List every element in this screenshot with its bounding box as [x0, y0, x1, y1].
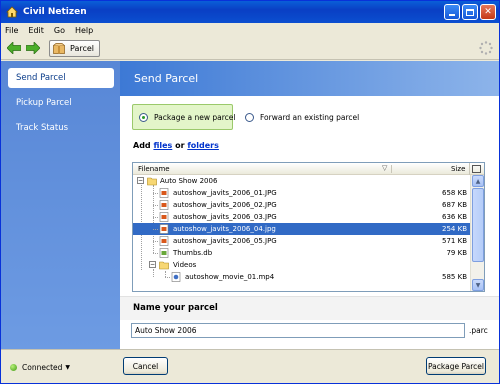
maximize-button[interactable] — [462, 4, 478, 20]
file-name: autoshow_javits_2006_03.JPG — [173, 213, 277, 221]
parcel-name-heading: Name your parcel — [120, 296, 499, 320]
column-filename[interactable]: Filename — [138, 165, 170, 173]
cancel-button[interactable]: Cancel — [123, 357, 168, 375]
back-button[interactable] — [6, 40, 22, 56]
menu-go[interactable]: Go — [54, 26, 65, 35]
app-icon — [6, 6, 18, 18]
file-size: 636 KB — [442, 213, 467, 221]
file-name: autoshow_javits_2006_02.JPG — [173, 201, 277, 209]
main-panel: Send Parcel Package a new parcel Forward… — [120, 61, 499, 349]
menu-help[interactable]: Help — [75, 26, 93, 35]
folder-open-icon — [147, 177, 157, 186]
minimize-icon — [449, 13, 455, 16]
image-file-icon — [159, 200, 169, 210]
menu-file[interactable]: File — [5, 26, 18, 35]
dropdown-arrow-icon: ▼ — [65, 364, 71, 371]
app-window: Civil Netizen ✕ File Edit Go Help Parcel… — [0, 0, 500, 384]
back-arrow-icon — [7, 42, 21, 54]
scroll-thumb[interactable] — [472, 188, 484, 262]
close-icon: ✕ — [484, 7, 492, 17]
file-size: 571 KB — [442, 237, 467, 245]
add-files-link[interactable]: files — [153, 141, 172, 150]
add-middle: or — [172, 141, 188, 150]
folder-open-icon — [159, 261, 169, 270]
maximize-icon — [466, 8, 474, 16]
list-item[interactable]: autoshow_javits_2006_05.JPG 571 KB — [133, 235, 470, 247]
loading-spinner-icon — [479, 41, 493, 55]
menu-edit[interactable]: Edit — [28, 26, 44, 35]
file-name: autoshow_javits_2006_05.JPG — [173, 237, 277, 245]
forward-arrow-icon — [26, 42, 40, 54]
toolbar: Parcel — [1, 37, 499, 60]
title-bar[interactable]: Civil Netizen ✕ — [1, 1, 499, 23]
parcel-icon — [53, 42, 65, 54]
file-name: Auto Show 2006 — [160, 177, 218, 185]
list-item[interactable]: autoshow_javits_2006_02.JPG 687 KB — [133, 199, 470, 211]
breadcrumb-label: Parcel — [70, 43, 95, 53]
file-size: 658 KB — [442, 189, 467, 197]
parcel-extension: .parc — [469, 326, 488, 335]
vertical-scrollbar[interactable]: ▲ ▼ — [470, 175, 484, 291]
radio-forward-existing-label: Forward an existing parcel — [260, 113, 360, 122]
image-file-icon — [159, 188, 169, 198]
file-size: 585 KB — [442, 273, 467, 281]
collapse-icon[interactable]: − — [137, 177, 144, 184]
scroll-up-icon[interactable]: ▲ — [472, 175, 484, 187]
database-file-icon — [159, 248, 169, 258]
sidebar-item-pickup-parcel[interactable]: Pickup Parcel — [8, 93, 114, 113]
radio-unselected-icon — [245, 113, 254, 122]
sidebar-item-send-parcel[interactable]: Send Parcel — [8, 68, 114, 88]
radio-package-new-label: Package a new parcel — [154, 113, 236, 122]
file-name: autoshow_javits_2006_04.jpg — [173, 225, 276, 233]
connection-status[interactable]: Connected ▼ — [10, 363, 70, 372]
forward-button[interactable] — [25, 40, 41, 56]
minimize-button[interactable] — [444, 4, 460, 20]
window-title: Civil Netizen — [23, 7, 87, 17]
file-size: 79 KB — [446, 249, 467, 257]
radio-forward-existing[interactable]: Forward an existing parcel — [245, 113, 359, 122]
file-size: 254 KB — [442, 225, 467, 233]
menu-bar: File Edit Go Help — [1, 23, 499, 37]
sidebar-item-track-status[interactable]: Track Status — [8, 118, 114, 138]
list-item[interactable]: − Auto Show 2006 — [133, 175, 470, 187]
file-name: autoshow_javits_2006_01.JPG — [173, 189, 277, 197]
scroll-down-icon[interactable]: ▼ — [472, 279, 484, 291]
file-name: Thumbs.db — [173, 249, 213, 257]
list-item-selected[interactable]: autoshow_javits_2006_04.jpg 254 KB — [133, 223, 470, 235]
status-label: Connected — [22, 363, 63, 372]
list-item[interactable]: autoshow_javits_2006_03.JPG 636 KB — [133, 211, 470, 223]
image-file-icon — [159, 212, 169, 222]
file-list[interactable]: Filename ▽ Size − Auto Show 2006 autosho… — [132, 162, 485, 292]
footer-bar: Connected ▼ Cancel Package Parcel — [1, 349, 499, 383]
close-button[interactable]: ✕ — [480, 4, 496, 20]
add-folders-link[interactable]: folders — [187, 141, 219, 150]
column-chooser-icon[interactable] — [472, 165, 481, 173]
sidebar: Send Parcel Pickup Parcel Track Status — [1, 61, 120, 349]
page-title: Send Parcel — [120, 61, 499, 96]
filter-icon[interactable]: ▽ — [382, 164, 387, 172]
file-list-header: Filename ▽ Size — [133, 163, 484, 175]
file-name: autoshow_movie_01.mp4 — [185, 273, 275, 281]
add-prefix: Add — [133, 141, 154, 150]
image-file-icon — [159, 224, 169, 234]
list-item[interactable]: autoshow_javits_2006_01.JPG 658 KB — [133, 187, 470, 199]
add-files-line: Add files or folders — [133, 141, 219, 150]
file-name: Videos — [173, 261, 197, 269]
collapse-icon[interactable]: − — [149, 261, 156, 268]
status-led-icon — [10, 364, 17, 371]
package-parcel-button[interactable]: Package Parcel — [426, 357, 486, 375]
list-item[interactable]: autoshow_movie_01.mp4 585 KB — [133, 271, 470, 283]
radio-package-new[interactable]: Package a new parcel — [139, 113, 235, 122]
file-size: 687 KB — [442, 201, 467, 209]
parcel-name-input[interactable]: Auto Show 2006 — [131, 323, 465, 338]
list-item[interactable]: − Videos — [133, 259, 470, 271]
image-file-icon — [159, 236, 169, 246]
column-size[interactable]: Size — [451, 165, 465, 173]
radio-selected-icon — [139, 113, 148, 122]
list-item[interactable]: Thumbs.db 79 KB — [133, 247, 470, 259]
video-file-icon — [171, 272, 181, 282]
breadcrumb-parcel[interactable]: Parcel — [49, 39, 101, 57]
